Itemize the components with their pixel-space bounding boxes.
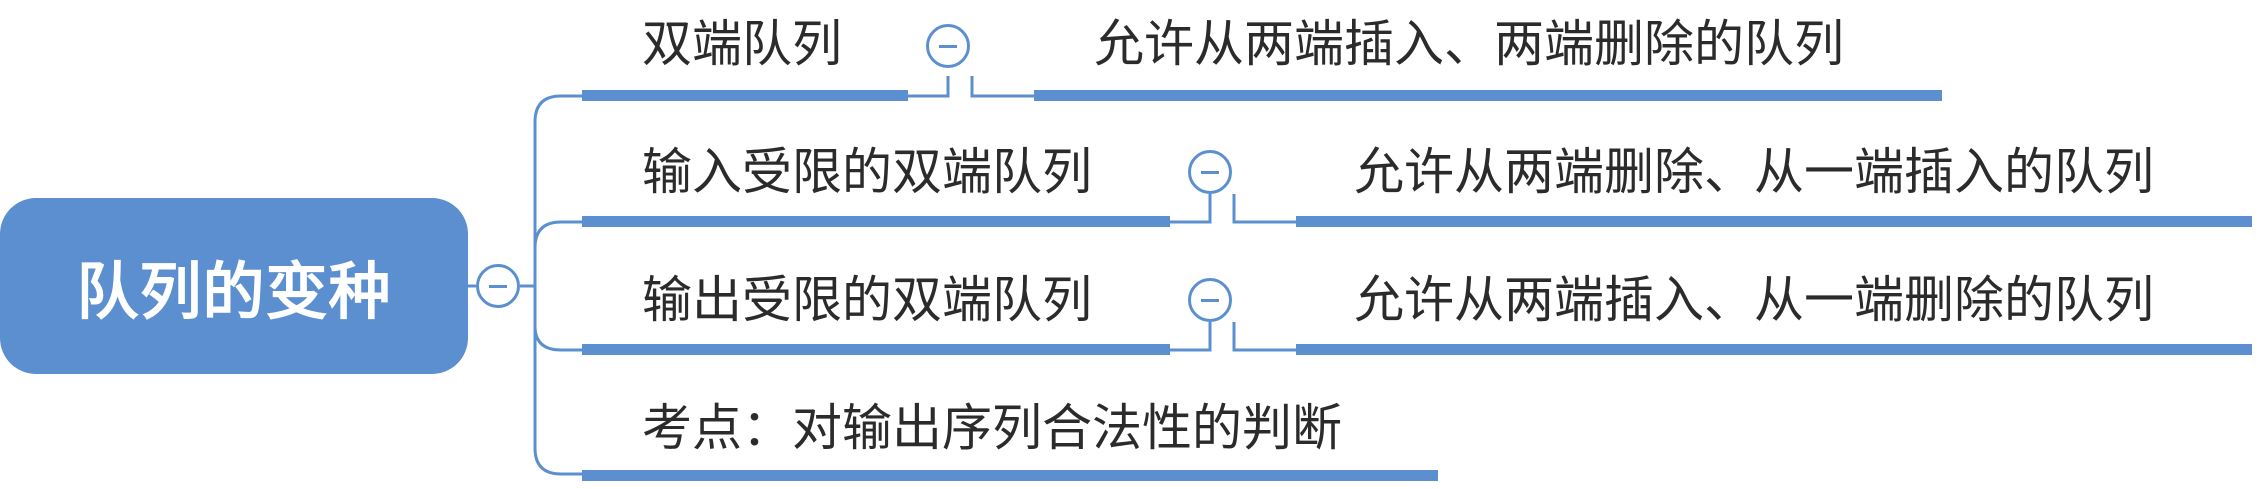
branch-underline: [582, 90, 908, 101]
collapse-icon[interactable]: [1188, 150, 1232, 194]
collapse-icon[interactable]: [476, 264, 520, 308]
branch-underline: [582, 216, 1170, 227]
description-underline: [1034, 90, 1942, 101]
branch-description-input-restricted: 允许从两端删除、从一端插入的队列: [1354, 143, 2154, 201]
branch-label-input-restricted-deque: 输入受限的双端队列: [642, 143, 1092, 201]
branch-description-deque: 允许从两端插入、两端删除的队列: [1094, 15, 1844, 73]
branch-description-output-restricted: 允许从两端插入、从一端删除的队列: [1354, 271, 2154, 329]
branch-underline: [582, 344, 1170, 355]
branch-label-output-restricted-deque: 输出受限的双端队列: [642, 271, 1092, 329]
branch-label-deque: 双端队列: [642, 15, 842, 73]
collapse-icon[interactable]: [1188, 278, 1232, 322]
root-topic[interactable]: 队列的变种: [0, 198, 468, 374]
branch-label-exam-point: 考点：对输出序列合法性的判断: [642, 399, 1342, 457]
root-topic-label: 队列的变种: [76, 255, 392, 328]
branch-underline: [582, 470, 1438, 481]
description-underline: [1296, 216, 2252, 227]
description-underline: [1296, 344, 2252, 355]
collapse-icon[interactable]: [926, 24, 970, 68]
